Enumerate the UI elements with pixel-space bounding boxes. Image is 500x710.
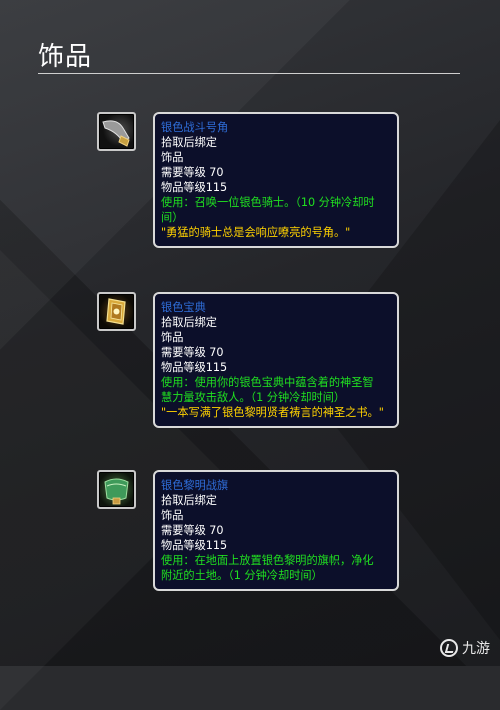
item-name: 银色宝典 — [161, 301, 206, 314]
item-tooltip: 银色宝典 拾取后绑定 饰品 需要等级 70 物品等级115 使用：使用你的银色宝… — [153, 292, 399, 428]
item-flavor-text: "一本写满了银色黎明贤者祷言的神圣之书。" — [161, 406, 384, 419]
item-level: 物品等级115 — [161, 361, 228, 374]
title-divider — [38, 73, 460, 74]
item-tooltip: 银色黎明战旗 拾取后绑定 饰品 需要等级 70 物品等级115 使用：在地面上放… — [153, 470, 399, 591]
item-use-line: 慧力量攻击敌人。（1 分钟冷却时间） — [161, 391, 346, 404]
item-required-level: 需要等级 70 — [161, 524, 224, 537]
item-name: 银色战斗号角 — [161, 121, 229, 134]
item-slot: 饰品 — [161, 509, 184, 522]
tome-icon[interactable] — [97, 292, 136, 331]
watermark-logo-icon — [440, 639, 458, 657]
item-bind: 拾取后绑定 — [161, 316, 217, 329]
page-title: 饰品 — [38, 42, 93, 72]
item-required-level: 需要等级 70 — [161, 346, 224, 359]
item-use-line: 使用：使用你的银色宝典中蕴含着的神圣智 — [161, 376, 374, 389]
item-tooltip: 银色战斗号角 拾取后绑定 饰品 需要等级 70 物品等级115 使用：召唤一位银… — [153, 112, 399, 248]
item-use-effect: 使用：召唤一位银色骑士。（10 分钟冷却时 间） — [161, 195, 391, 225]
item-use-effect: 使用：在地面上放置银色黎明的旗帜，净化 附近的土地。（1 分钟冷却时间） — [161, 553, 391, 583]
item-slot: 饰品 — [161, 331, 184, 344]
item-name: 银色黎明战旗 — [161, 479, 229, 492]
item-bind: 拾取后绑定 — [161, 136, 217, 149]
banner-icon[interactable] — [97, 470, 136, 509]
item-flavor-text: "勇猛的骑士总是会响应嘹亮的号角。" — [161, 226, 351, 239]
watermark-text: 九游 — [462, 641, 490, 657]
item-level: 物品等级115 — [161, 539, 228, 552]
item-required-level: 需要等级 70 — [161, 166, 224, 179]
item-bind: 拾取后绑定 — [161, 494, 217, 507]
horn-icon[interactable] — [97, 112, 136, 151]
item-use-effect: 使用：使用你的银色宝典中蕴含着的神圣智 慧力量攻击敌人。（1 分钟冷却时间） — [161, 375, 391, 405]
item-use-line: 使用：召唤一位银色骑士。（10 分钟冷却时 — [161, 196, 375, 209]
watermark: 九游 — [440, 638, 490, 658]
item-use-line: 间） — [161, 211, 184, 224]
item-level: 物品等级115 — [161, 181, 228, 194]
item-use-line: 附近的土地。（1 分钟冷却时间） — [161, 569, 323, 582]
item-slot: 饰品 — [161, 151, 184, 164]
item-use-line: 使用：在地面上放置银色黎明的旗帜，净化 — [161, 554, 374, 567]
